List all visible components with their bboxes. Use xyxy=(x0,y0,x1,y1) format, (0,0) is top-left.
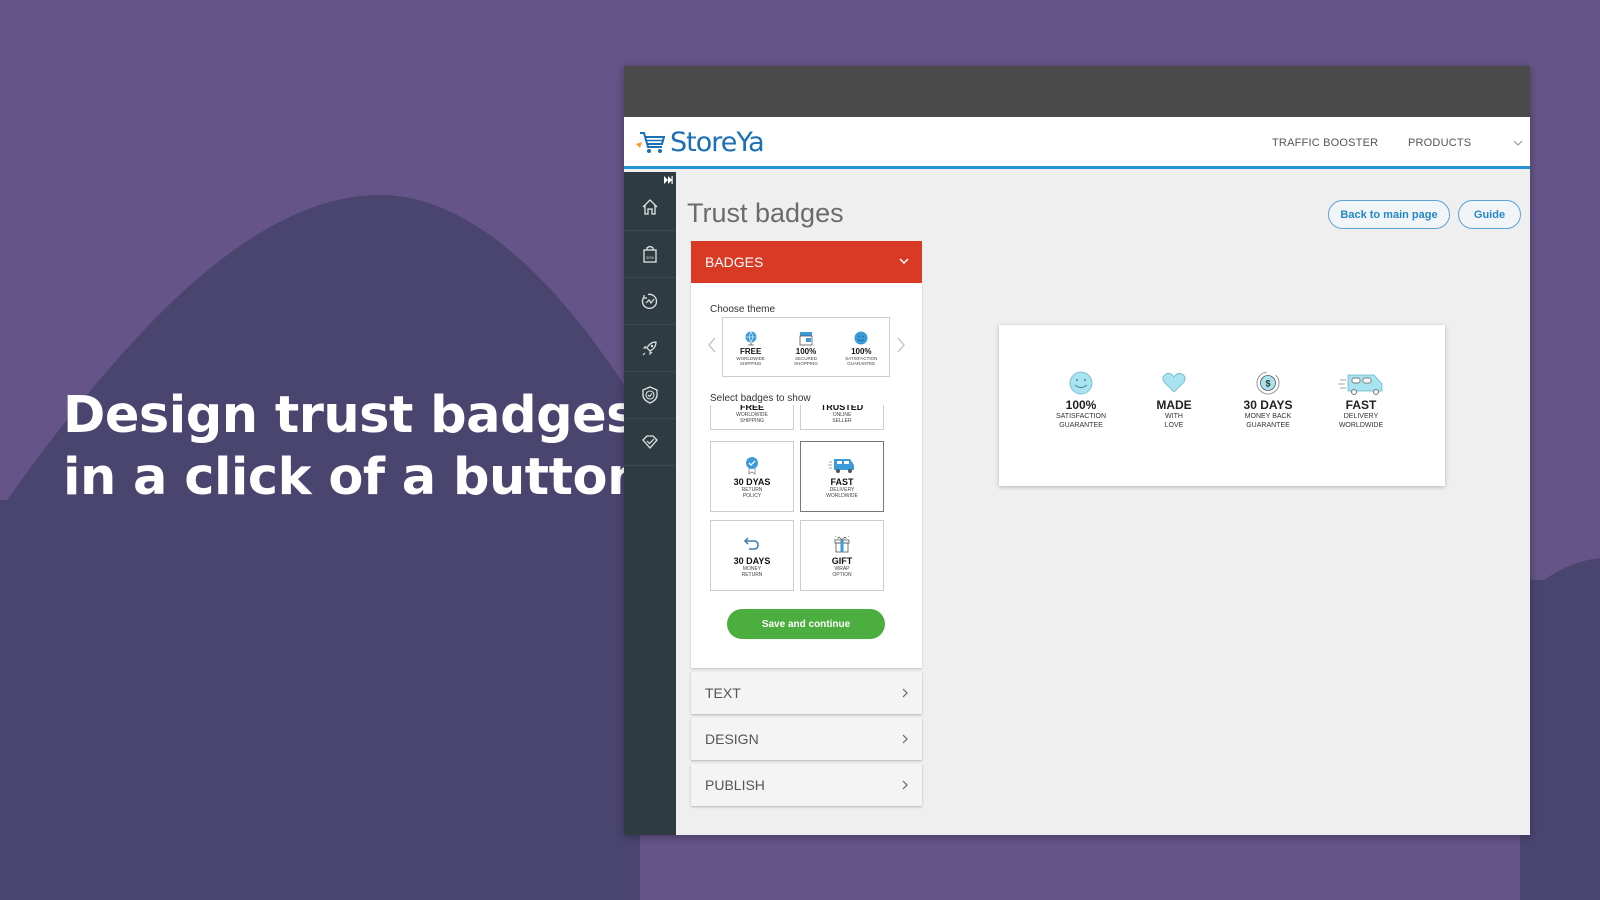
preview-badge: 100% SATISFACTION GUARANTEE xyxy=(1036,370,1126,430)
theme-badge: FREE WORLDWIDE SHIPPING xyxy=(725,330,777,366)
sidebar-item-premium[interactable] xyxy=(624,419,676,466)
app-window: StoreYa TRAFFIC BOOSTER PRODUCTS 20% Tru… xyxy=(624,66,1530,835)
sidebar-item-boost[interactable] xyxy=(624,325,676,372)
rocket-icon xyxy=(642,341,657,356)
chevron-left-icon[interactable] xyxy=(707,337,717,353)
page-title: Trust badges xyxy=(687,198,844,228)
chevron-right-icon xyxy=(902,688,908,698)
globe-icon xyxy=(745,331,757,346)
badge-option-selected[interactable]: FAST DELIVERY WORLDWIDE xyxy=(800,441,884,512)
sidebar-item-growth[interactable] xyxy=(624,278,676,325)
badge-option[interactable]: 30 DYAS RETURN POLICY xyxy=(710,441,794,512)
chevron-right-icon[interactable] xyxy=(896,337,906,353)
accordion-badges-header[interactable]: BADGES xyxy=(691,241,922,283)
nav-traffic-booster[interactable]: TRAFFIC BOOSTER xyxy=(1272,137,1378,149)
nav-products[interactable]: PRODUCTS xyxy=(1408,137,1471,149)
money-back-icon: $ xyxy=(1256,371,1280,395)
save-and-continue-button[interactable]: Save and continue xyxy=(727,609,885,639)
sidebar: 20% xyxy=(624,172,676,835)
return-arrow-icon xyxy=(743,536,759,550)
headline-line-2: in a click of a button xyxy=(63,448,643,507)
home-icon xyxy=(642,199,658,215)
chevron-right-icon xyxy=(902,780,908,790)
shield-check-icon xyxy=(642,386,658,404)
back-to-main-page-button[interactable]: Back to main page xyxy=(1328,200,1450,229)
truck-icon xyxy=(1338,374,1383,395)
select-badges-label: Select badges to show xyxy=(710,393,811,404)
smiley-icon xyxy=(854,331,868,345)
accordion-design-label: DESIGN xyxy=(705,731,759,747)
top-navigation: StoreYa TRAFFIC BOOSTER PRODUCTS xyxy=(624,117,1530,169)
accordion-publish-header[interactable]: PUBLISH xyxy=(691,764,922,806)
accordion-badges-label: BADGES xyxy=(705,254,764,270)
gift-icon xyxy=(834,535,850,552)
store-icon xyxy=(799,332,813,346)
settings-accordion: BADGES Choose theme FREE WORLDWIDE SHIPP… xyxy=(691,241,922,806)
theme-badge: 100% SATISFACTION GUARANTEE xyxy=(835,330,887,366)
brand-name: StoreYa xyxy=(670,127,765,158)
svg-text:$: $ xyxy=(1265,379,1270,389)
theme-badge: 100% SECURED SHOPPING xyxy=(780,330,832,366)
growth-icon xyxy=(641,293,658,309)
sidebar-item-home[interactable] xyxy=(624,184,676,231)
badge-options-grid[interactable]: FREE WORLDWIDE SHIPPING TRUSTED ONLINE S… xyxy=(710,405,886,595)
ribbon-check-icon xyxy=(746,456,758,475)
accordion-badges-body: Choose theme FREE WORLDWIDE SHIPPING 100… xyxy=(691,283,922,668)
sidebar-item-sales[interactable]: 20% xyxy=(624,231,676,278)
svg-text:20%: 20% xyxy=(646,255,654,260)
theme-carousel[interactable]: FREE WORLDWIDE SHIPPING 100% SECURED SHO… xyxy=(722,317,890,377)
chevron-down-icon[interactable] xyxy=(1512,137,1524,149)
sidebar-item-trust[interactable] xyxy=(624,372,676,419)
accordion-publish-label: PUBLISH xyxy=(705,777,765,793)
choose-theme-label: Choose theme xyxy=(710,304,776,315)
smiley-icon xyxy=(1069,371,1093,395)
guide-button[interactable]: Guide xyxy=(1458,200,1521,229)
accordion-text-label: TEXT xyxy=(705,685,741,701)
badge-option[interactable]: FREE WORLDWIDE SHIPPING xyxy=(710,405,794,430)
badges-preview: 100% SATISFACTION GUARANTEE MADE WITH LO… xyxy=(999,325,1445,486)
preview-badge: $ 30 DAYS MONEY BACK GUARANTEE xyxy=(1223,370,1313,430)
shopping-bag-icon: 20% xyxy=(643,245,657,263)
storeya-logo[interactable]: StoreYa xyxy=(634,127,765,158)
heart-icon xyxy=(1162,373,1186,393)
truck-icon xyxy=(828,458,854,473)
diamond-check-icon xyxy=(642,435,658,449)
accordion-text-header[interactable]: TEXT xyxy=(691,672,922,714)
promo-headline: Design trust badges in a click of a butt… xyxy=(63,385,643,509)
preview-badge: MADE WITH LOVE xyxy=(1129,370,1219,430)
chevron-right-icon xyxy=(902,734,908,744)
preview-badge: FAST DELIVERY WORLDWIDE xyxy=(1316,370,1406,430)
chevron-down-icon xyxy=(899,258,909,265)
cart-icon xyxy=(636,131,666,153)
badge-option[interactable]: TRUSTED ONLINE SELLER xyxy=(800,405,884,430)
headline-line-1: Design trust badges xyxy=(63,386,637,445)
badge-option[interactable]: GIFT WRAP OPTION xyxy=(800,520,884,591)
window-titlebar xyxy=(624,66,1530,117)
badge-option[interactable]: 30 DAYS MONEY RETURN xyxy=(710,520,794,591)
accordion-design-header[interactable]: DESIGN xyxy=(691,718,922,760)
